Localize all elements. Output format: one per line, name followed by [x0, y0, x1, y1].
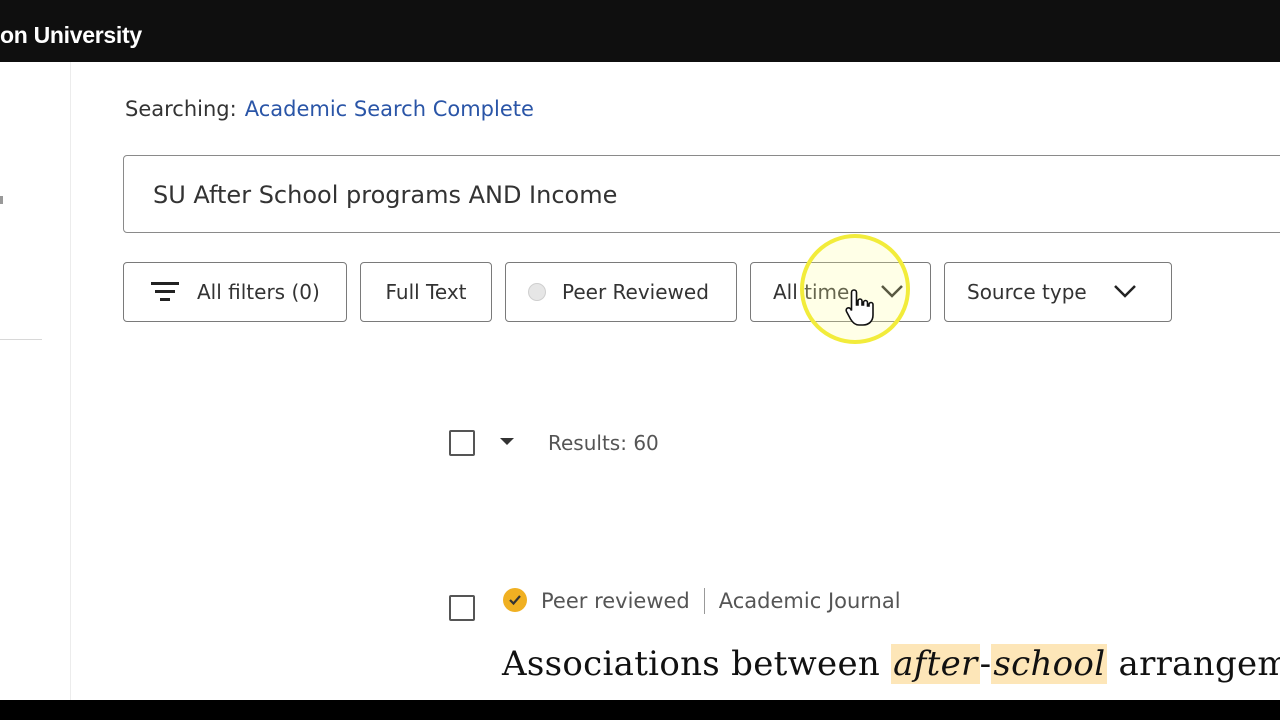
title-highlight: after [891, 644, 980, 684]
institution-name: on University [0, 22, 142, 48]
all-filters-label: All filters (0) [197, 280, 320, 304]
search-input[interactable] [151, 174, 1255, 216]
select-all-checkbox[interactable] [449, 430, 475, 456]
title-part: - [979, 644, 992, 684]
filter-icon [151, 280, 179, 304]
select-options-caret-icon[interactable] [500, 438, 514, 445]
source-type-badge: Academic Journal [718, 589, 901, 613]
searching-line: Searching: Academic Search Complete [125, 97, 534, 121]
meta-separator [703, 588, 705, 614]
all-filters-button[interactable]: All filters (0) [123, 262, 347, 322]
result-meta: Peer reviewed Academic Journal [541, 588, 901, 614]
title-highlight: school [991, 644, 1108, 684]
full-text-button[interactable]: Full Text [360, 262, 492, 322]
left-panel [0, 62, 71, 700]
check-icon [503, 588, 527, 612]
search-box[interactable] [123, 155, 1280, 233]
database-link[interactable]: Academic Search Complete [245, 97, 534, 121]
cursor-icon [844, 288, 876, 332]
panel-divider [0, 339, 42, 340]
result-title-link[interactable]: Associations between after-school arrang… [502, 644, 1280, 684]
source-type-label: Source type [967, 280, 1087, 304]
search-page: Searching: Academic Search Complete All f… [0, 62, 1280, 700]
bottom-bar [0, 700, 1280, 720]
chevron-down-icon [1113, 281, 1137, 306]
searching-label: Searching: [125, 97, 237, 121]
title-part: arrangem [1107, 644, 1280, 684]
institution-header: on University [0, 0, 1280, 62]
peer-reviewed-toggle[interactable]: Peer Reviewed [505, 262, 737, 322]
source-type-dropdown[interactable]: Source type [944, 262, 1172, 322]
result-checkbox[interactable] [449, 595, 475, 621]
title-part: Associations between [502, 644, 892, 684]
panel-marker [0, 196, 3, 204]
full-text-label: Full Text [385, 280, 467, 304]
toggle-indicator-icon [528, 283, 546, 301]
peer-reviewed-label: Peer Reviewed [562, 280, 709, 304]
results-count: Results: 60 [548, 431, 659, 455]
peer-reviewed-badge: Peer reviewed [541, 589, 690, 613]
